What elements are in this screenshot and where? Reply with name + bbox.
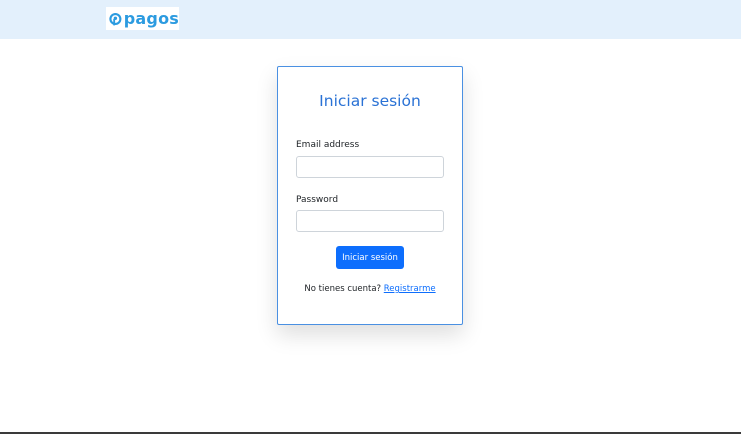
- email-input[interactable]: [296, 156, 444, 178]
- login-submit-button[interactable]: Iniciar sesión: [336, 246, 404, 269]
- password-input[interactable]: [296, 210, 444, 232]
- brand-logo-link[interactable]: pagos: [106, 7, 179, 30]
- email-label: Email address: [296, 140, 360, 150]
- register-line: No tienes cuenta? Registrarme: [278, 284, 462, 295]
- login-title: Iniciar sesión: [319, 92, 421, 110]
- password-label: Password: [296, 195, 339, 205]
- navbar: pagos: [0, 0, 741, 39]
- register-link[interactable]: Registrarme: [384, 284, 436, 294]
- login-card: Iniciar sesión Email address Password In…: [277, 66, 463, 325]
- brand-name: pagos: [123, 8, 179, 28]
- pagos-logo-icon: [109, 12, 122, 25]
- register-prompt: No tienes cuenta?: [304, 284, 382, 294]
